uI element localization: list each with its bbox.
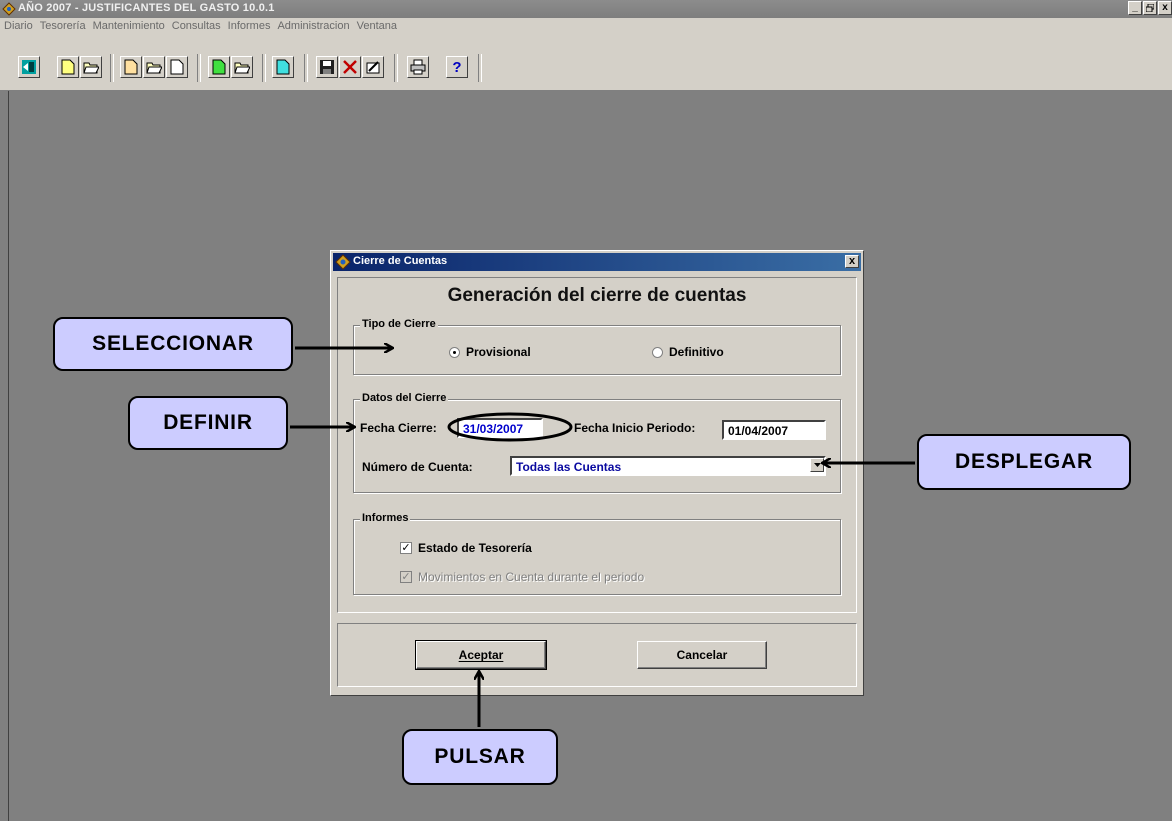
window-controls: _ x [1128, 1, 1172, 15]
application-window: AÑO 2007 - JUSTIFICANTES DEL GASTO 10.0.… [0, 0, 1172, 821]
radio-provisional-button[interactable] [449, 346, 460, 358]
radio-definitivo[interactable]: Definitivo [652, 345, 724, 359]
cyan-document-icon [276, 59, 290, 75]
fecha-inicio-periodo-input[interactable]: 01/04/2007 [722, 420, 826, 440]
dialog-close-button[interactable]: x [845, 255, 859, 268]
menu-tesoreria[interactable]: Tesorería [40, 20, 86, 32]
tipo-de-cierre-legend: Tipo de Cierre [360, 318, 438, 330]
app-logo-icon [335, 254, 351, 270]
toolbar-separator [478, 54, 482, 82]
callout-seleccionar: SELECCIONAR [53, 317, 293, 371]
dialog-heading: Generación del cierre de cuentas [447, 285, 747, 306]
callout-definir: DEFINIR [128, 396, 288, 450]
exit-button[interactable] [18, 56, 40, 78]
cancelar-label: Cancelar [676, 648, 728, 662]
green-new-button[interactable] [208, 56, 230, 78]
minimize-button[interactable]: _ [1128, 1, 1142, 15]
edit-button[interactable] [362, 56, 384, 78]
fecha-cierre-input[interactable]: 31/03/2007 [457, 418, 543, 438]
fecha-cierre-label: Fecha Cierre: [360, 421, 437, 435]
green-open-button[interactable] [231, 56, 253, 78]
informes-group: Informes ✓ Estado de Tesorería ✓ Movimie… [353, 512, 841, 595]
buttons-panel [337, 623, 857, 687]
document-icon [170, 59, 184, 75]
estado-tesoreria-checkbox[interactable]: ✓ [400, 542, 412, 554]
numero-de-cuenta-select[interactable]: Todas las Cuentas [510, 456, 826, 476]
print-button[interactable] [407, 56, 429, 78]
toolbar-separator [304, 54, 308, 82]
menu-ventana[interactable]: Ventana [357, 20, 397, 32]
print-icon [410, 59, 426, 75]
open-folder-icon [146, 62, 162, 74]
menu-items: Diario Tesorería Mantenimiento Consultas… [4, 20, 397, 32]
cierre-de-cuentas-dialog: Cierre de Cuentas x Generación del cierr… [330, 250, 864, 696]
exit-icon [22, 60, 36, 74]
app-logo-icon [2, 2, 16, 16]
help-icon: ? [452, 58, 462, 76]
cyan-document-button[interactable] [272, 56, 294, 78]
fecha-inicio-periodo-label: Fecha Inicio Periodo: [574, 421, 696, 435]
chevron-down-icon[interactable] [810, 458, 824, 472]
delete-button[interactable] [339, 56, 361, 78]
radio-provisional[interactable]: Provisional [449, 345, 531, 359]
restore-icon [1146, 4, 1154, 12]
informes-legend: Informes [360, 512, 411, 524]
cancelar-button[interactable]: Cancelar [637, 641, 767, 669]
movimientos-cuenta-label: Movimientos en Cuenta durante el periodo [418, 570, 645, 584]
toolbar-separator [262, 54, 266, 82]
check-movimientos-cuenta: ✓ Movimientos en Cuenta durante el perio… [400, 570, 644, 584]
new-document-icon [124, 59, 138, 75]
new-document-icon [61, 59, 75, 75]
aceptar-label: Aceptar [458, 648, 504, 662]
dialog-title-bar[interactable]: Cierre de Cuentas x [333, 253, 861, 271]
toolbar-separator [197, 54, 201, 82]
new-entry-button[interactable] [120, 56, 142, 78]
estado-tesoreria-label: Estado de Tesorería [418, 541, 532, 555]
open-button[interactable] [80, 56, 102, 78]
menu-diario[interactable]: Diario [4, 20, 33, 32]
restore-button[interactable] [1143, 1, 1157, 15]
radio-definitivo-label: Definitivo [669, 345, 724, 359]
menu-administracion[interactable]: Administracion [277, 20, 349, 32]
document-button[interactable] [166, 56, 188, 78]
datos-del-cierre-legend: Datos del Cierre [360, 392, 449, 404]
datos-del-cierre-group: Datos del Cierre Fecha Cierre: 31/03/200… [353, 392, 841, 493]
open-entry-button[interactable] [143, 56, 165, 78]
toolbar-separator [110, 54, 114, 82]
window-title: AÑO 2007 - JUSTIFICANTES DEL GASTO 10.0.… [18, 2, 275, 14]
aceptar-button[interactable]: Aceptar [415, 640, 547, 670]
menu-consultas[interactable]: Consultas [172, 20, 221, 32]
menu-mantenimiento[interactable]: Mantenimiento [93, 20, 165, 32]
toolbar: ? [0, 36, 1172, 91]
callout-desplegar: DESPLEGAR [917, 434, 1131, 490]
toolbar-separator [394, 54, 398, 82]
dialog-title: Cierre de Cuentas [353, 255, 448, 267]
radio-provisional-label: Provisional [466, 345, 531, 359]
title-bar: AÑO 2007 - JUSTIFICANTES DEL GASTO 10.0.… [0, 0, 1172, 19]
numero-de-cuenta-value: Todas las Cuentas [516, 460, 622, 474]
tipo-de-cierre-group: Tipo de Cierre Provisional Definitivo [353, 318, 841, 375]
green-document-icon [212, 59, 226, 75]
numero-de-cuenta-label: Número de Cuenta: [362, 460, 473, 474]
help-button[interactable]: ? [446, 56, 468, 78]
menu-bar: Diario Tesorería Mantenimiento Consultas… [0, 18, 1172, 36]
open-folder-icon [83, 62, 99, 74]
save-icon [320, 60, 334, 74]
new-button[interactable] [57, 56, 79, 78]
radio-definitivo-button[interactable] [652, 346, 663, 358]
menu-informes[interactable]: Informes [228, 20, 271, 32]
save-button[interactable] [316, 56, 338, 78]
title-bar-fill: AÑO 2007 - JUSTIFICANTES DEL GASTO 10.0.… [0, 0, 1172, 18]
check-estado-tesoreria[interactable]: ✓ Estado de Tesorería [400, 541, 532, 555]
open-folder-icon [234, 62, 250, 74]
close-window-button[interactable]: x [1158, 1, 1172, 15]
callout-pulsar: PULSAR [402, 729, 558, 785]
delete-icon [343, 60, 357, 74]
movimientos-cuenta-checkbox: ✓ [400, 571, 412, 583]
edit-icon [366, 61, 380, 74]
